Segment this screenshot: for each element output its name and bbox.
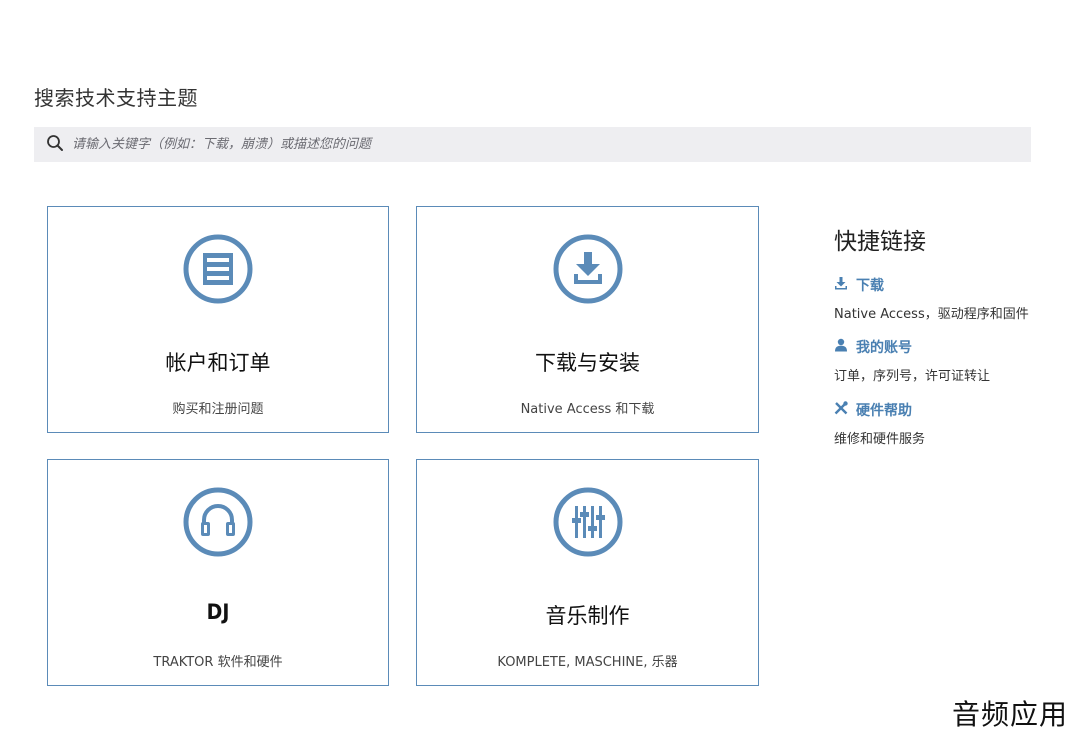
quick-links-title: 快捷链接 [834, 229, 926, 255]
quick-link-description: 维修和硬件服务 [834, 432, 926, 447]
search-input[interactable] [70, 136, 974, 153]
search-bar[interactable] [34, 127, 1031, 162]
card-subtitle: Native Access 和下载 [520, 402, 655, 417]
download-icon [552, 233, 624, 305]
card-account-orders[interactable]: 帐户和订单 购买和注册问题 [47, 206, 389, 433]
search-heading: 搜索技术支持主题 [34, 86, 198, 110]
user-icon [834, 338, 856, 356]
quick-link-account[interactable]: 我的账号 [834, 337, 912, 357]
quick-link-description: Native Access，驱动程序和固件 [834, 307, 1029, 322]
quick-link-label: 我的账号 [856, 340, 912, 356]
quick-link-label: 下载 [856, 278, 884, 294]
card-title: 音乐制作 [545, 604, 630, 628]
watermark: 音频应用 [951, 698, 1068, 731]
quick-link-hardware[interactable]: 硬件帮助 [834, 400, 912, 420]
card-music-production[interactable]: 音乐制作 KOMPLETE, MASCHINE, 乐器 [416, 459, 759, 686]
card-title: 下载与安装 [535, 351, 640, 375]
quick-link-label: 硬件帮助 [856, 403, 912, 419]
card-subtitle: TRAKTOR 软件和硬件 [153, 655, 283, 670]
card-title: 帐户和订单 [165, 351, 271, 375]
download-icon [834, 276, 856, 294]
card-subtitle: KOMPLETE, MASCHINE, 乐器 [497, 655, 678, 670]
quick-link-description: 订单，序列号，许可证转让 [834, 369, 991, 384]
card-download-install[interactable]: 下载与安装 Native Access 和下载 [416, 206, 759, 433]
card-subtitle: 购买和注册问题 [172, 402, 264, 417]
quick-link-download[interactable]: 下载 [834, 275, 884, 295]
search-icon [46, 134, 64, 156]
tools-icon [834, 401, 856, 419]
card-dj[interactable]: DJ TRAKTOR 软件和硬件 [47, 459, 389, 686]
card-title: DJ [206, 600, 230, 624]
mixer-icon [552, 486, 624, 558]
headphones-icon [182, 486, 254, 558]
list-icon [182, 233, 254, 305]
support-page: 搜索技术支持主题 帐户和订单 购买和注册问题 [0, 0, 1080, 741]
